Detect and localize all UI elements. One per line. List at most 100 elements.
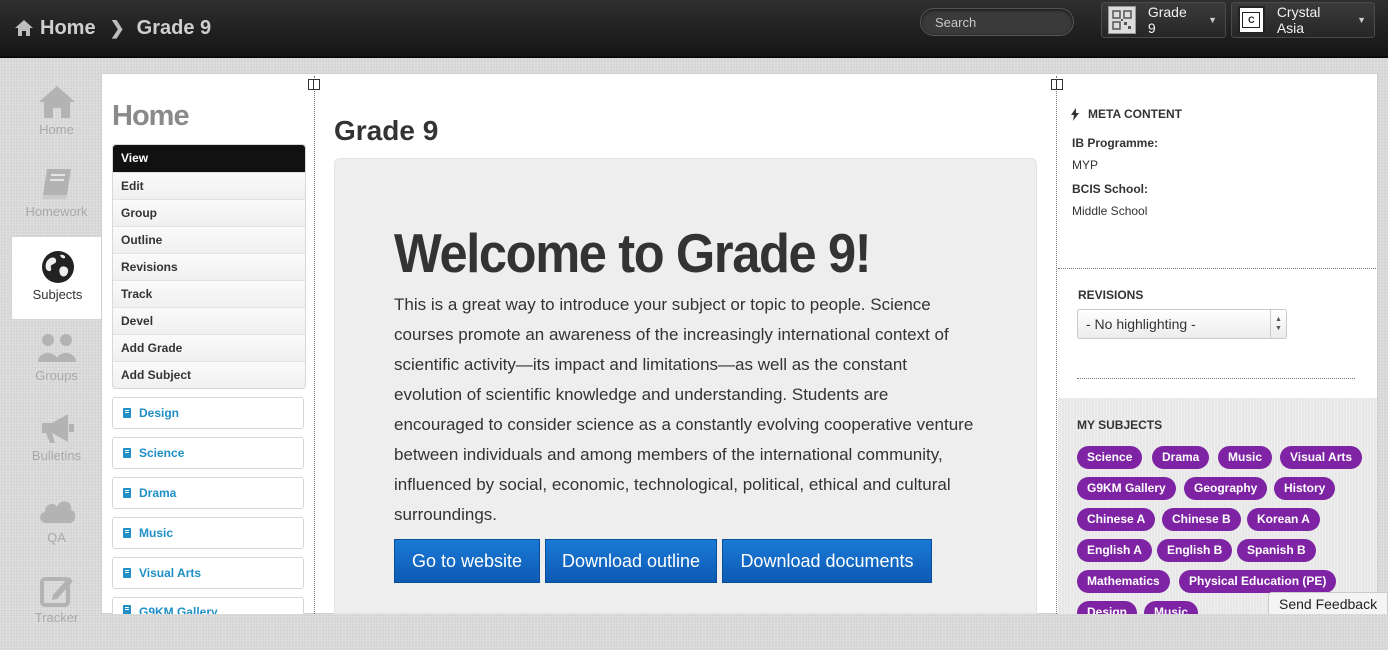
revisions-heading: REVISIONS <box>1078 288 1144 302</box>
hero-text: This is a great way to introduce your su… <box>394 295 974 524</box>
subject-tag-spanish-b[interactable]: Spanish B <box>1237 539 1316 562</box>
select-arrows-icon: ▲ ▼ <box>1270 310 1286 338</box>
subject-link-design[interactable]: Design <box>112 397 304 429</box>
tab-view[interactable]: View <box>113 145 305 172</box>
subject-tag-g9km-gallery[interactable]: G9KM Gallery <box>1077 477 1176 500</box>
dock-label: Bulletins <box>31 448 82 463</box>
bcis-school-value: Middle School <box>1072 204 1148 218</box>
dock-item-groups[interactable]: Groups <box>11 326 102 408</box>
subject-tag-chinese-a[interactable]: Chinese A <box>1077 508 1156 531</box>
tab-outline[interactable]: Outline <box>113 226 305 253</box>
revisions-select[interactable]: - No highlighting - ▲ ▼ <box>1077 309 1287 339</box>
subject-link-science[interactable]: Science <box>112 437 304 469</box>
dock-item-subjects[interactable]: Subjects <box>11 236 103 320</box>
dock-label: Subjects <box>32 287 83 302</box>
subject-tag-geography[interactable]: Geography <box>1184 477 1268 500</box>
column-toggle-icon[interactable] <box>1051 79 1063 90</box>
hero-panel: Welcome to Grade 9! This is a great way … <box>334 158 1037 614</box>
book-icon <box>123 528 131 538</box>
download-outline-button[interactable]: Download outline <box>545 539 717 583</box>
tab-devel[interactable]: Devel <box>113 307 305 334</box>
book-icon <box>123 448 131 458</box>
book-icon <box>37 166 77 202</box>
page-title: Grade 9 <box>334 115 439 146</box>
dock-label: Home <box>39 122 74 137</box>
subject-tag-drama[interactable]: Drama <box>1152 446 1210 469</box>
column-splitter[interactable] <box>314 76 315 614</box>
dock-item-tracker[interactable]: Tracker <box>11 568 102 650</box>
tab-track[interactable]: Track <box>113 280 305 307</box>
qr-code-icon <box>1108 6 1136 34</box>
meta-content-heading: META CONTENT <box>1071 107 1182 121</box>
breadcrumb-home[interactable]: Home <box>40 17 96 40</box>
search-input[interactable]: Search <box>920 8 1074 36</box>
top-bar: Home ❯ Grade 9 Search Grade 9 ▼ C Crysta… <box>0 0 1388 58</box>
subject-tag-science[interactable]: Science <box>1077 446 1143 469</box>
subject-tag-physical-education[interactable]: Physical Education (PE) <box>1179 570 1337 593</box>
dock-item-home[interactable]: Home <box>11 80 102 162</box>
globe-icon <box>38 249 78 285</box>
tab-revisions[interactable]: Revisions <box>113 253 305 280</box>
edit-icon <box>37 572 77 608</box>
book-icon <box>123 605 131 614</box>
my-subjects-heading: MY SUBJECTS <box>1077 418 1163 432</box>
avatar: C <box>1238 6 1265 34</box>
nav-title: Home <box>112 100 190 132</box>
dock-label: Groups <box>35 368 78 383</box>
subject-tag-history[interactable]: History <box>1274 477 1336 500</box>
bcis-school-label: BCIS School: <box>1072 182 1149 196</box>
bolt-icon <box>1071 107 1079 121</box>
breadcrumb: Home ❯ Grade 9 <box>14 14 211 42</box>
subject-tag-english-b[interactable]: English B <box>1157 539 1233 562</box>
megaphone-icon <box>37 410 77 446</box>
user-menu-button[interactable]: C Crystal Asia ▼ <box>1231 2 1375 38</box>
subject-tag-music[interactable]: Music <box>1218 446 1273 469</box>
divider <box>1077 378 1355 379</box>
group-menu-button[interactable]: Grade 9 ▼ <box>1101 2 1226 38</box>
ib-programme-label: IB Programme: <box>1072 136 1159 150</box>
subject-tag-english-a[interactable]: English A <box>1077 539 1152 562</box>
caret-down-icon: ▼ <box>1357 15 1366 25</box>
subject-tag-chinese-b[interactable]: Chinese B <box>1162 508 1241 531</box>
column-splitter[interactable] <box>1056 76 1057 614</box>
dock-label: Homework <box>25 204 88 219</box>
dock-label: QA <box>47 530 66 545</box>
subject-link-drama[interactable]: Drama <box>112 477 304 509</box>
ib-programme-value: MYP <box>1072 158 1099 172</box>
house-icon[interactable] <box>14 18 34 38</box>
dock-label: Tracker <box>34 610 79 625</box>
tab-add-subject[interactable]: Add Subject <box>113 361 305 388</box>
book-icon <box>123 408 131 418</box>
tab-edit[interactable]: Edit <box>113 172 305 199</box>
cloud-icon <box>37 492 77 528</box>
divider <box>1058 268 1376 269</box>
subject-link-g9km-gallery[interactable]: G9KM Gallery <box>112 597 304 614</box>
book-icon <box>123 568 131 578</box>
send-feedback-button[interactable]: Send Feedback <box>1268 592 1388 614</box>
tab-group[interactable]: Group <box>113 199 305 226</box>
subject-tag-korean-a[interactable]: Korean A <box>1247 508 1320 531</box>
dock-item-homework[interactable]: Homework <box>11 162 102 244</box>
book-icon <box>123 488 131 498</box>
column-toggle-icon[interactable] <box>308 79 320 90</box>
dock-item-qa[interactable]: QA <box>11 488 102 570</box>
house-icon <box>37 84 77 120</box>
subject-tag-mathematics[interactable]: Mathematics <box>1077 570 1170 593</box>
dock-item-bulletins[interactable]: Bulletins <box>11 406 102 488</box>
download-documents-button[interactable]: Download documents <box>722 539 932 583</box>
subject-tag-design[interactable]: Design <box>1077 601 1138 614</box>
hero-title: Welcome to Grade 9! <box>394 222 872 284</box>
chevron-right-icon: ❯ <box>109 17 125 38</box>
breadcrumb-current: Grade 9 <box>136 16 212 39</box>
tab-add-grade[interactable]: Add Grade <box>113 334 305 361</box>
subject-tag-visual-arts[interactable]: Visual Arts <box>1280 446 1363 469</box>
subject-link-music[interactable]: Music <box>112 517 304 549</box>
go-to-website-button[interactable]: Go to website <box>394 539 540 583</box>
revisions-select-value: - No highlighting - <box>1086 316 1196 332</box>
subject-link-visual-arts[interactable]: Visual Arts <box>112 557 304 589</box>
subject-tag-music-2[interactable]: Music <box>1144 601 1199 614</box>
group-menu-label: Grade 9 <box>1147 4 1187 36</box>
user-menu-label: Crystal Asia <box>1276 4 1321 36</box>
local-tabs: View Edit Group Outline Revisions Track … <box>112 144 306 389</box>
caret-down-icon: ▼ <box>1208 15 1217 25</box>
